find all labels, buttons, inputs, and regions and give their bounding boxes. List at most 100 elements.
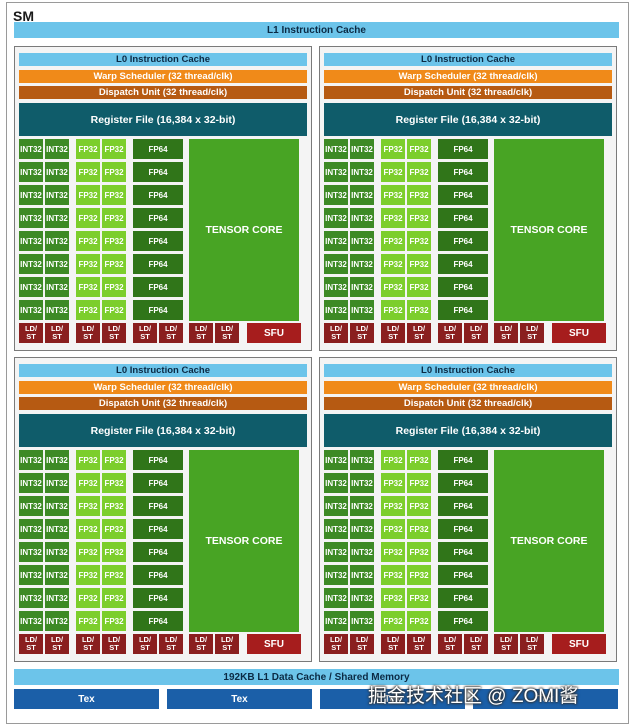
int32-core: INT32 [350,208,374,228]
int32-core: INT32 [19,231,43,251]
int32-core: INT32 [45,185,69,205]
ld-st-label-bottom: ST [140,332,150,341]
fp32-core: FP32 [76,450,100,470]
tex-unit: Tex [14,689,159,709]
fp64-core: FP64 [133,496,183,516]
fp32-core: FP32 [407,162,431,182]
fp32-core: FP32 [76,254,100,274]
processing-partition: L0 Instruction Cache Warp Scheduler (32 t… [14,357,312,662]
ld-st-label-bottom: ST [196,332,206,341]
int32-core: INT32 [324,519,348,539]
fp32-core: FP32 [102,496,126,516]
fp64-core: FP64 [133,450,183,470]
fp32-core: FP32 [76,139,100,159]
int32-core: INT32 [324,473,348,493]
int32-core: INT32 [45,565,69,585]
fp32-core: FP32 [407,254,431,274]
int32-core: INT32 [324,300,348,320]
int32-core: INT32 [45,139,69,159]
fp32-core: FP32 [102,542,126,562]
fp64-core: FP64 [438,611,488,631]
fp64-core: FP64 [133,139,183,159]
int32-core: INT32 [350,231,374,251]
int32-core: INT32 [350,185,374,205]
ld-st-unit: LD/ST [381,323,405,343]
fp64-core: FP64 [133,473,183,493]
ld-st-label-bottom: ST [52,332,62,341]
fp64-core: FP64 [438,542,488,562]
int32-core: INT32 [350,588,374,608]
ld-st-label-bottom: ST [388,332,398,341]
ld-st-unit: LD/ST [215,634,239,654]
tex-unit: Tex [167,689,312,709]
ld-st-label-bottom: ST [414,643,424,652]
ld-st-label-bottom: ST [109,643,119,652]
ld-st-label-bottom: ST [331,643,341,652]
int32-core: INT32 [45,300,69,320]
ld-st-label-bottom: ST [26,643,36,652]
int32-core: INT32 [324,565,348,585]
int32-core: INT32 [45,473,69,493]
tensor-core: TENSOR CORE [189,450,299,632]
ld-st-unit: LD/ST [494,634,518,654]
fp32-core: FP32 [381,231,405,251]
int32-core: INT32 [19,496,43,516]
fp32-core: FP32 [76,473,100,493]
fp32-core: FP32 [102,139,126,159]
ld-st-label-bottom: ST [501,643,511,652]
ld-st-unit: LD/ST [494,323,518,343]
fp32-core: FP32 [407,450,431,470]
fp32-core: FP32 [381,565,405,585]
ld-st-unit: LD/ST [76,634,100,654]
fp64-core: FP64 [438,185,488,205]
int32-core: INT32 [324,208,348,228]
ld-st-label-bottom: ST [414,332,424,341]
fp64-core: FP64 [133,565,183,585]
fp32-core: FP32 [381,611,405,631]
int32-core: INT32 [45,588,69,608]
fp32-core: FP32 [102,231,126,251]
ld-st-unit: LD/ST [159,323,183,343]
dispatch-unit: Dispatch Unit (32 thread/clk) [324,397,612,410]
ld-st-unit: LD/ST [464,323,488,343]
ld-st-unit: LD/ST [438,634,462,654]
ld-st-unit: LD/ST [324,634,348,654]
ld-st-unit: LD/ST [159,634,183,654]
fp32-core: FP32 [102,588,126,608]
fp32-core: FP32 [381,254,405,274]
int32-core: INT32 [350,254,374,274]
ld-st-label-bottom: ST [109,332,119,341]
ld-st-label-bottom: ST [222,332,232,341]
fp64-core: FP64 [438,496,488,516]
fp32-core: FP32 [381,185,405,205]
ld-st-label-bottom: ST [471,643,481,652]
ld-st-unit: LD/ST [189,634,213,654]
fp32-core: FP32 [381,519,405,539]
int32-core: INT32 [350,519,374,539]
fp32-core: FP32 [381,450,405,470]
int32-core: INT32 [45,450,69,470]
fp32-core: FP32 [381,496,405,516]
int32-core: INT32 [324,185,348,205]
ld-st-label-bottom: ST [357,643,367,652]
fp32-core: FP32 [381,473,405,493]
int32-core: INT32 [350,450,374,470]
fp64-core: FP64 [133,277,183,297]
fp32-core: FP32 [407,185,431,205]
ld-st-label-bottom: ST [196,643,206,652]
ld-st-label-bottom: ST [52,643,62,652]
ld-st-unit: LD/ST [19,323,43,343]
int32-core: INT32 [19,254,43,274]
fp32-core: FP32 [76,185,100,205]
fp32-core: FP32 [407,277,431,297]
fp32-core: FP32 [407,519,431,539]
ld-st-unit: LD/ST [407,323,431,343]
int32-core: INT32 [19,473,43,493]
fp32-core: FP32 [102,162,126,182]
int32-core: INT32 [19,565,43,585]
ld-st-label-bottom: ST [445,643,455,652]
int32-core: INT32 [19,185,43,205]
fp64-core: FP64 [438,450,488,470]
ld-st-label-bottom: ST [357,332,367,341]
int32-core: INT32 [45,542,69,562]
